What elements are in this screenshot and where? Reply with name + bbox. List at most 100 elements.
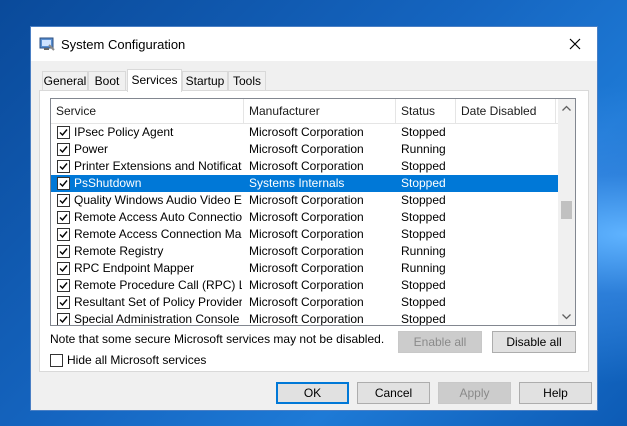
- hide-microsoft-services-checkbox[interactable]: Hide all Microsoft services: [50, 353, 206, 367]
- table-row[interactable]: Printer Extensions and Notificati... Micr…: [51, 158, 559, 175]
- service-name-cell: RPC Endpoint Mapper: [74, 261, 195, 275]
- date-disabled-cell: [461, 260, 556, 277]
- ok-button[interactable]: OK: [276, 382, 349, 404]
- table-row[interactable]: Remote Procedure Call (RPC) Lo... Microso…: [51, 277, 559, 294]
- date-disabled-cell: [461, 192, 556, 209]
- status-cell: Stopped: [401, 125, 446, 139]
- table-row[interactable]: RPC Endpoint Mapper Microsoft Corporation…: [51, 260, 559, 277]
- tab-services[interactable]: Services: [127, 69, 182, 92]
- service-checkbox[interactable]: [57, 313, 70, 325]
- checkmark-icon: [59, 231, 68, 239]
- help-label: Help: [543, 386, 568, 400]
- cancel-button[interactable]: Cancel: [357, 382, 430, 404]
- manufacturer-cell: Microsoft Corporation: [249, 159, 364, 173]
- table-row[interactable]: Remote Access Connection Man... Microsoft…: [51, 226, 559, 243]
- status-cell: Stopped: [401, 312, 446, 326]
- checkmark-icon: [59, 282, 68, 290]
- hide-microsoft-services-label: Hide all Microsoft services: [67, 353, 207, 367]
- checkmark-icon: [59, 265, 68, 273]
- service-name-cell: Resultant Set of Policy Provider: [74, 295, 242, 309]
- hide-microsoft-services-box[interactable]: [50, 353, 63, 367]
- column-header-service[interactable]: Service: [51, 99, 244, 123]
- status-cell: Stopped: [401, 295, 446, 309]
- service-checkbox[interactable]: [57, 160, 70, 173]
- window-title: System Configuration: [61, 37, 186, 52]
- date-disabled-cell: [461, 294, 556, 311]
- manufacturer-cell: Microsoft Corporation: [249, 227, 364, 241]
- column-header-date-disabled[interactable]: Date Disabled: [456, 99, 556, 123]
- manufacturer-cell: Microsoft Corporation: [249, 261, 364, 275]
- service-checkbox[interactable]: [57, 194, 70, 207]
- status-cell: Stopped: [401, 159, 446, 173]
- enable-all-button[interactable]: Enable all: [398, 331, 482, 353]
- scroll-up-button[interactable]: [558, 99, 575, 116]
- table-row[interactable]: IPsec Policy Agent Microsoft Corporation S…: [51, 124, 559, 141]
- vertical-scrollbar[interactable]: [558, 99, 575, 325]
- manufacturer-cell: Microsoft Corporation: [249, 125, 364, 139]
- table-row[interactable]: Remote Registry Microsoft Corporation Runn…: [51, 243, 559, 260]
- service-checkbox[interactable]: [57, 143, 70, 156]
- service-checkbox[interactable]: [57, 296, 70, 309]
- close-icon: [569, 38, 581, 50]
- services-rows: IPsec Policy Agent Microsoft Corporation S…: [51, 124, 559, 326]
- checkmark-icon: [59, 180, 68, 188]
- table-row[interactable]: Power Microsoft Corporation Running: [51, 141, 559, 158]
- service-checkbox[interactable]: [57, 211, 70, 224]
- column-header-status[interactable]: Status: [396, 99, 456, 123]
- title-bar: System Configuration: [31, 27, 597, 61]
- ok-label: OK: [303, 386, 322, 400]
- status-cell: Stopped: [401, 227, 446, 241]
- chevron-down-icon: [562, 313, 571, 319]
- date-disabled-cell: [461, 158, 556, 175]
- status-cell: Running: [401, 244, 446, 258]
- manufacturer-cell: Microsoft Corporation: [249, 244, 364, 258]
- table-row[interactable]: Special Administration Console H... Micro…: [51, 311, 559, 326]
- tab-tools[interactable]: Tools: [228, 71, 266, 90]
- secure-services-note: Note that some secure Microsoft services…: [50, 332, 385, 346]
- help-button[interactable]: Help: [519, 382, 592, 404]
- service-checkbox[interactable]: [57, 262, 70, 275]
- date-disabled-cell: [461, 141, 556, 158]
- service-name-cell: Power: [74, 142, 109, 156]
- checkmark-icon: [59, 248, 68, 256]
- cancel-label: Cancel: [374, 386, 413, 400]
- service-checkbox[interactable]: [57, 126, 70, 139]
- apply-button[interactable]: Apply: [438, 382, 511, 404]
- disable-all-button[interactable]: Disable all: [492, 331, 576, 353]
- table-row[interactable]: Quality Windows Audio Video Ex... Microso…: [51, 192, 559, 209]
- service-checkbox[interactable]: [57, 279, 70, 292]
- service-name-cell: IPsec Policy Agent: [74, 125, 174, 139]
- scrollbar-thumb[interactable]: [561, 201, 572, 219]
- manufacturer-cell: Microsoft Corporation: [249, 278, 364, 292]
- service-name-cell: PsShutdown: [74, 176, 142, 190]
- tab-startup[interactable]: Startup: [182, 71, 228, 90]
- table-row[interactable]: Remote Access Auto Connection... Microsof…: [51, 209, 559, 226]
- table-row[interactable]: PsShutdown Systems Internals Stopped: [51, 175, 559, 192]
- service-checkbox[interactable]: [57, 245, 70, 258]
- service-name-cell: Remote Access Connection Man...: [74, 227, 242, 241]
- date-disabled-cell: [461, 277, 556, 294]
- disable-all-label: Disable all: [506, 335, 562, 349]
- service-checkbox[interactable]: [57, 177, 70, 190]
- manufacturer-cell: Microsoft Corporation: [249, 295, 364, 309]
- service-name-cell: Remote Registry: [74, 244, 164, 258]
- checkmark-icon: [59, 163, 68, 171]
- service-checkbox[interactable]: [57, 228, 70, 241]
- table-row[interactable]: Resultant Set of Policy Provider Microsof…: [51, 294, 559, 311]
- tab-boot[interactable]: Boot: [88, 71, 126, 90]
- service-name-cell: Printer Extensions and Notificati...: [74, 159, 242, 173]
- manufacturer-cell: Systems Internals: [249, 176, 345, 190]
- column-header-manufacturer[interactable]: Manufacturer: [244, 99, 396, 123]
- close-button[interactable]: [553, 27, 597, 61]
- tab-general[interactable]: General: [42, 71, 88, 90]
- checkmark-icon: [59, 129, 68, 137]
- services-list[interactable]: Service Manufacturer Status Date Disable…: [50, 98, 576, 326]
- date-disabled-cell: [461, 175, 556, 192]
- services-tab-panel: Service Manufacturer Status Date Disable…: [39, 90, 589, 372]
- msconfig-app-icon: [39, 36, 55, 52]
- status-cell: Stopped: [401, 210, 446, 224]
- scroll-down-button[interactable]: [558, 308, 575, 325]
- checkmark-icon: [59, 197, 68, 205]
- enable-all-label: Enable all: [413, 335, 467, 349]
- service-name-cell: Special Administration Console H...: [74, 312, 242, 326]
